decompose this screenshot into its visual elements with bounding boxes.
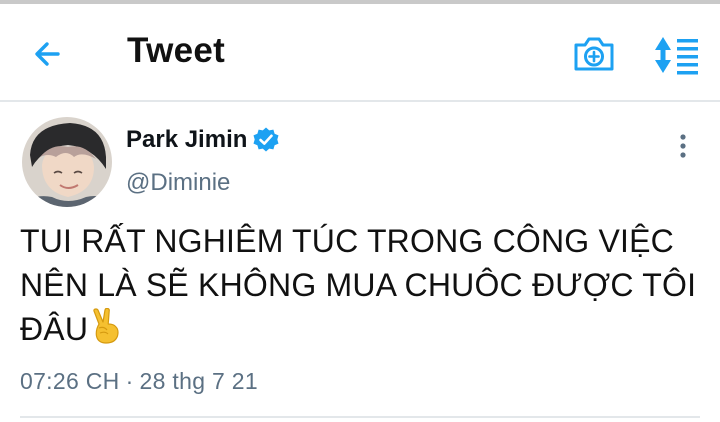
header-divider	[0, 100, 720, 102]
back-arrow-icon[interactable]	[28, 34, 68, 74]
tweet-time: 07:26 CH	[20, 368, 120, 394]
meta-separator: ·	[125, 368, 134, 394]
avatar[interactable]	[22, 117, 112, 207]
top-app-bar: Tweet	[0, 4, 720, 100]
verified-badge-icon	[253, 127, 279, 152]
meta-divider	[20, 416, 700, 418]
tweet-date: 28 thg 7 21	[139, 368, 258, 394]
page-title: Tweet	[127, 31, 226, 70]
tweet-body: TUI RẤT NGHIÊM TÚC TRONG CÔNG VIỆC NÊN L…	[20, 219, 710, 351]
author-handle[interactable]: @Diminie	[126, 169, 230, 197]
more-options-icon[interactable]	[672, 132, 694, 162]
profile-photo	[22, 117, 112, 207]
sort-timeline-icon[interactable]	[652, 32, 702, 78]
victory-hand-emoji-icon	[93, 308, 119, 344]
author-row: Park Jimin	[126, 126, 280, 154]
author-name[interactable]: Park Jimin	[126, 126, 247, 154]
tweet-timestamp: 07:26 CH · 28 thg 7 21	[20, 368, 258, 395]
camera-plus-icon[interactable]	[571, 33, 617, 75]
